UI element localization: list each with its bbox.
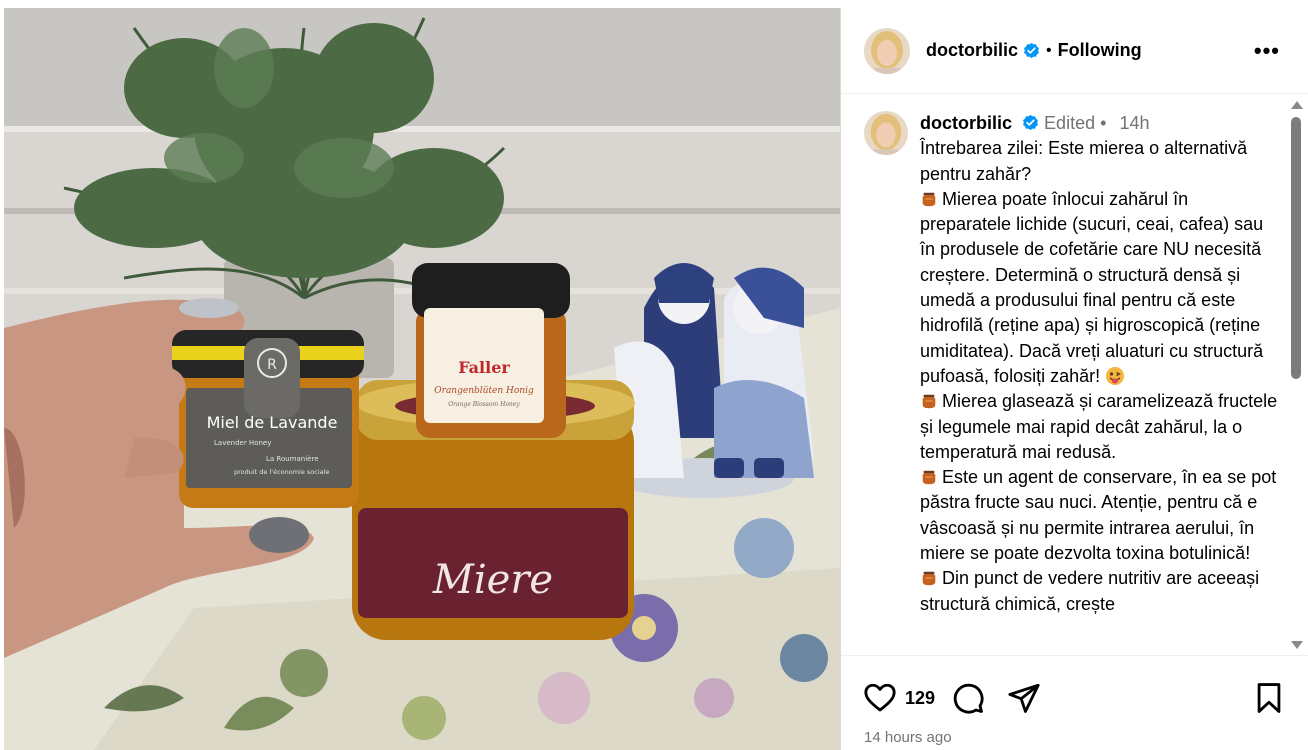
post-image[interactable]: Miere Faller Orangenblüten Honig Orange …	[4, 8, 840, 750]
caption-avatar[interactable]	[864, 111, 908, 155]
header-username[interactable]: doctorbilic	[926, 40, 1018, 61]
heart-icon[interactable]	[863, 681, 897, 715]
comment-icon[interactable]	[951, 681, 985, 715]
honey-pot-icon	[922, 572, 936, 586]
jar-big-label: Miere	[432, 557, 553, 603]
caption-paragraph-3: Este un agent de conservare, în ea se po…	[920, 467, 1277, 564]
jar-mid-sub: Orange Blossom Honey	[448, 401, 520, 408]
scrollbar-thumb[interactable]	[1291, 117, 1301, 379]
post-header: doctorbilic • Following •••	[841, 8, 1308, 94]
verified-badge-icon	[1023, 114, 1039, 131]
jar-small-label: Miel de Lavande	[207, 413, 338, 432]
caption-paragraph-2: Mierea glasează și caramelizează fructel…	[920, 391, 1278, 462]
comments-scrollbar[interactable]	[1289, 95, 1303, 655]
caption-time[interactable]: 14h	[1119, 113, 1149, 133]
post-sidebar: doctorbilic • Following ••• doctorbilic	[840, 8, 1308, 750]
jar-mid-label: Orangenblüten Honig	[434, 386, 534, 396]
action-bar: 129 14 hours ago	[841, 655, 1308, 750]
caption-intro: Întrebarea zilei: Este mierea o alternat…	[920, 138, 1248, 184]
honey-pot-icon	[922, 394, 936, 409]
more-options-icon[interactable]: •••	[1254, 38, 1280, 64]
jar-small-note: produit de l'économie sociale	[234, 468, 329, 476]
honey-pot-icon	[922, 470, 936, 485]
header-separator: •	[1046, 41, 1052, 59]
caption: doctorbilic Edited • 14h Întrebarea zile…	[864, 111, 1284, 617]
comments-section[interactable]: doctorbilic Edited • 14h Întrebarea zile…	[841, 95, 1308, 655]
jar-small-sub: Lavender Honey	[214, 439, 271, 447]
bookmark-icon[interactable]	[1252, 681, 1286, 715]
likes-count[interactable]: 129	[905, 688, 935, 709]
honey-pot-icon	[922, 192, 936, 207]
scroll-up-arrow-icon[interactable]	[1291, 101, 1303, 109]
caption-paragraph-1: Mierea poate înlocui zahărul în preparat…	[920, 188, 1264, 386]
jar-small-logo: R	[267, 357, 277, 373]
avatar[interactable]	[864, 27, 910, 74]
jar-small-brand: La Roumanière	[266, 455, 319, 463]
honey-jars-photo: Miere Faller Orangenblüten Honig Orange …	[4, 8, 840, 750]
scroll-down-arrow-icon[interactable]	[1291, 641, 1303, 649]
edited-label: Edited	[1044, 113, 1096, 133]
caption-username[interactable]: doctorbilic	[920, 113, 1012, 133]
following-button[interactable]: Following	[1058, 40, 1142, 61]
share-icon[interactable]	[1007, 681, 1041, 715]
tongue-face-emoji	[1106, 366, 1125, 385]
post-timestamp[interactable]: 14 hours ago	[864, 729, 952, 746]
jar-mid-brand: Faller	[458, 358, 510, 377]
caption-paragraph-4: Din punct de vedere nutritiv are aceeași…	[920, 568, 1260, 614]
meta-separator: •	[1100, 113, 1107, 133]
verified-badge-icon	[1024, 42, 1039, 59]
